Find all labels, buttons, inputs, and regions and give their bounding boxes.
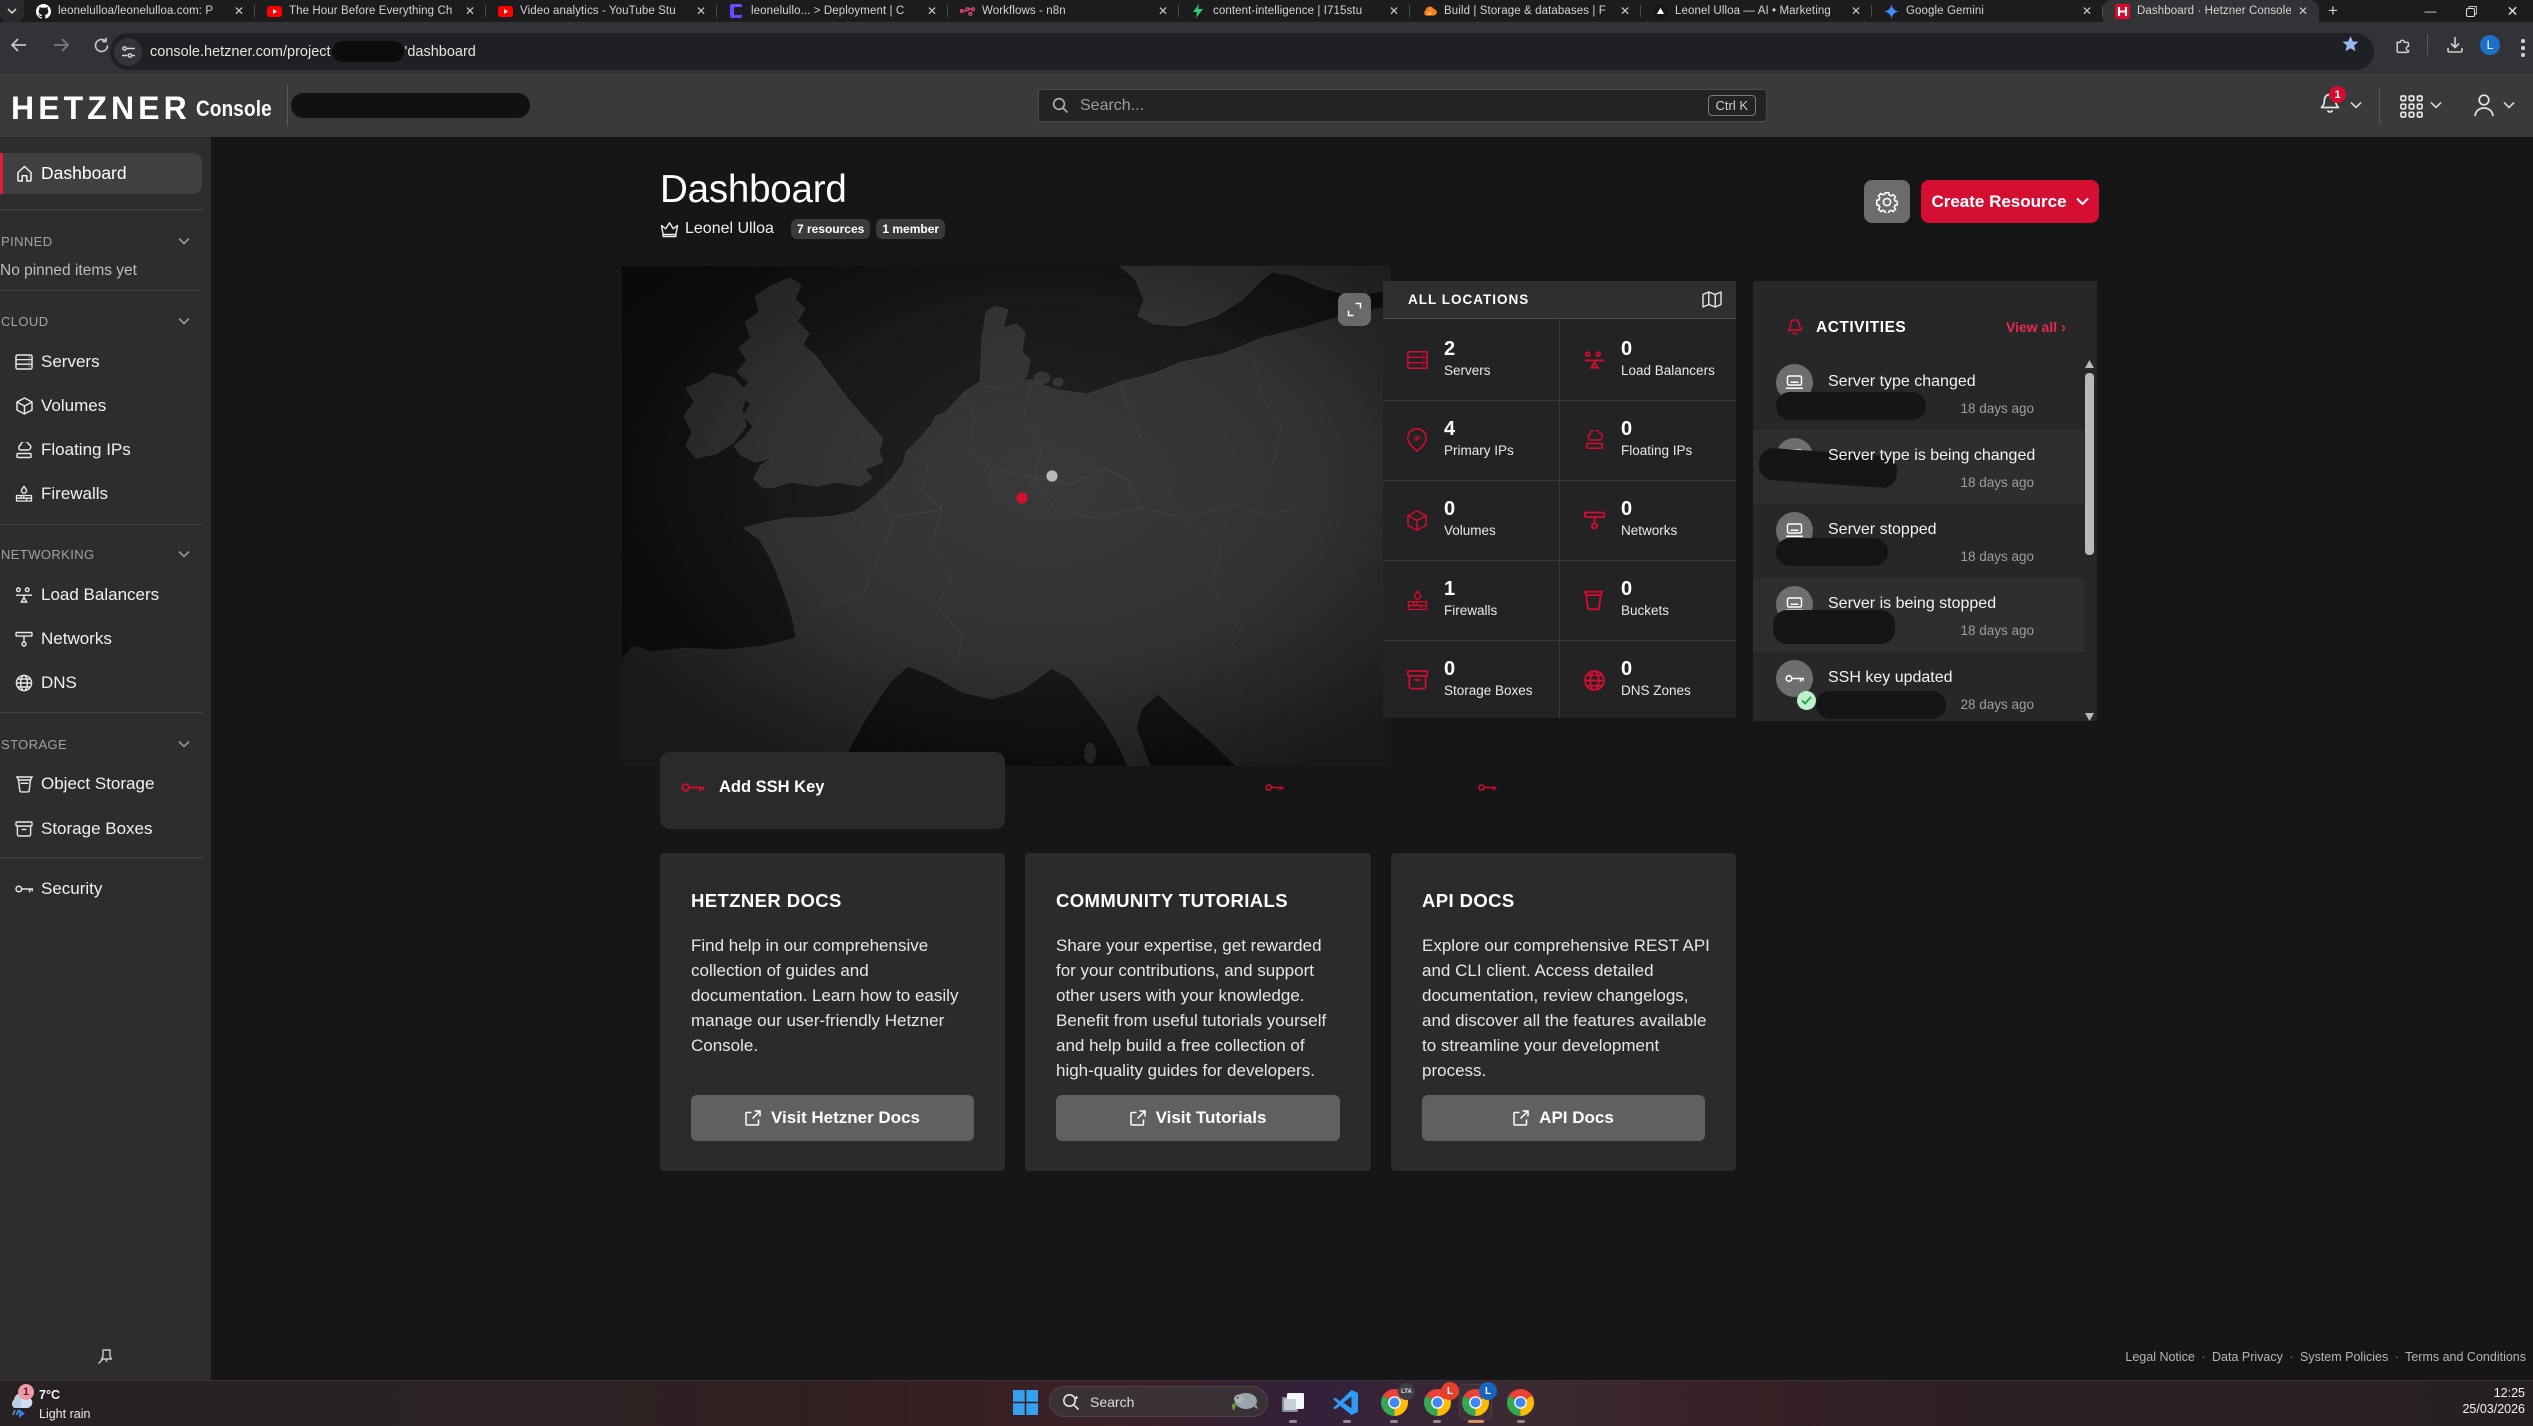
svg-text:IP: IP [1414,434,1421,443]
